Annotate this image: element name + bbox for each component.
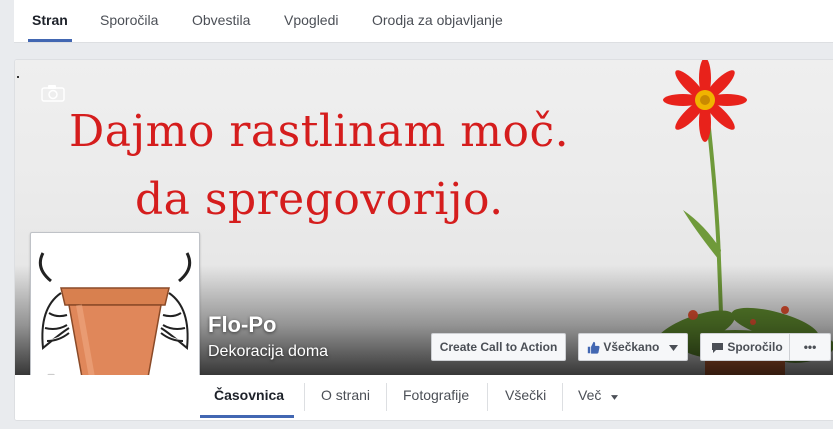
nav-o-strani[interactable]: O strani: [321, 375, 370, 417]
cover-camera-icon[interactable]: [41, 84, 65, 107]
more-options-button[interactable]: •••: [789, 333, 831, 361]
nav-vsecki[interactable]: Všečki: [505, 375, 546, 417]
message-icon: [712, 342, 723, 353]
page-nav: Časovnica O strani Fotografije Všečki Ve…: [15, 375, 833, 420]
page-header-card: Dajmo rastlinam moč. da spregovorijo. Fl…: [14, 59, 833, 421]
nav-vec-label: Več: [578, 387, 602, 403]
nav-divider: [487, 383, 488, 411]
thumbs-up-icon: [587, 342, 600, 354]
admin-tab-bar: Stran Sporočila Obvestila Vpogledi Orodj…: [14, 0, 833, 43]
liked-button[interactable]: Všečkano: [578, 333, 688, 361]
tab-stran[interactable]: Stran: [28, 0, 72, 42]
cover-dot: [17, 76, 19, 78]
tab-vpogledi[interactable]: Vpogledi: [284, 0, 339, 42]
liked-label: Všečkano: [603, 340, 660, 354]
nav-fotografije[interactable]: Fotografije: [403, 375, 469, 417]
chevron-down-icon: [668, 344, 678, 351]
message-button[interactable]: Sporočilo: [700, 333, 790, 361]
chevron-down-icon: [611, 395, 619, 400]
tab-obvestila[interactable]: Obvestila: [192, 0, 250, 42]
nav-divider: [304, 383, 305, 411]
message-label: Sporočilo: [727, 340, 783, 354]
page-category[interactable]: Dekoracija doma: [208, 343, 328, 361]
nav-divider: [386, 383, 387, 411]
nav-casovnica[interactable]: Časovnica: [199, 375, 295, 418]
cover-slogan-line1: Dajmo rastlinam moč.: [69, 106, 570, 157]
tab-orodja[interactable]: Orodja za objavljanje: [372, 0, 503, 42]
nav-divider: [562, 383, 563, 411]
page-name[interactable]: Flo-Po: [208, 312, 276, 338]
cover-slogan-line2: da spregovorijo.: [135, 174, 504, 225]
create-call-to-action-button[interactable]: Create Call to Action: [431, 333, 566, 361]
nav-vec[interactable]: Več: [578, 375, 619, 417]
tab-sporocila[interactable]: Sporočila: [100, 0, 158, 42]
